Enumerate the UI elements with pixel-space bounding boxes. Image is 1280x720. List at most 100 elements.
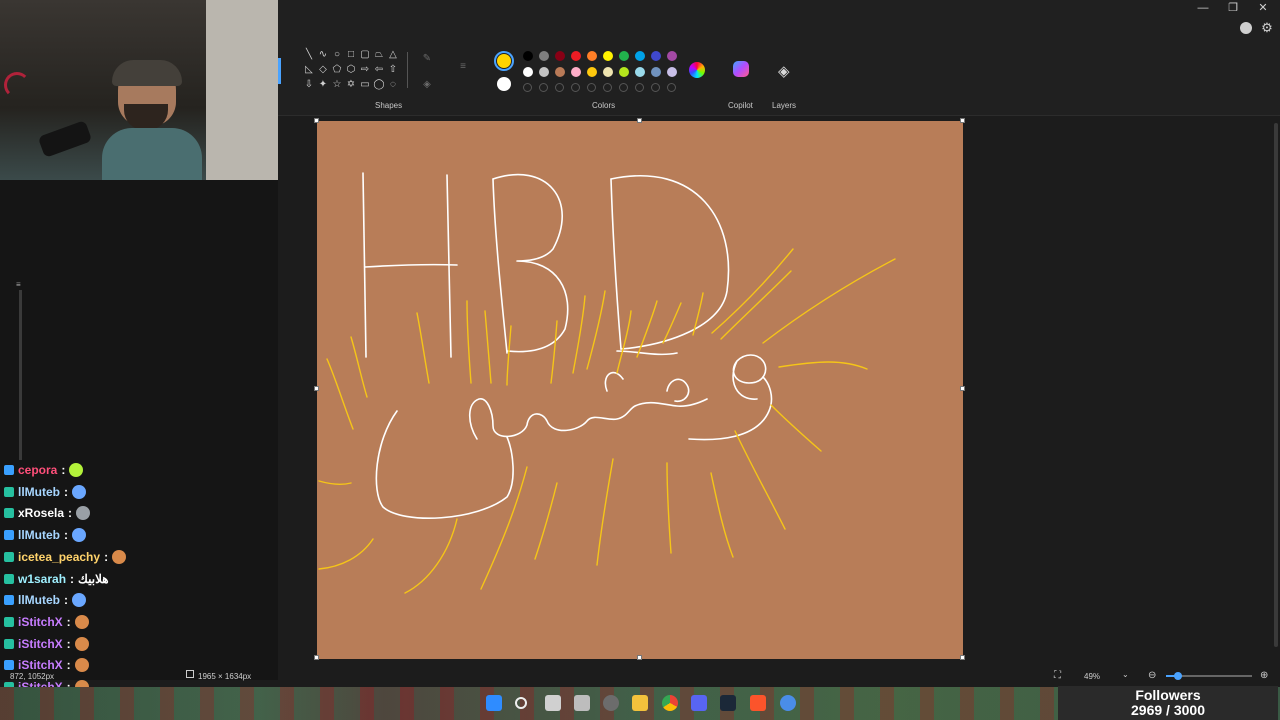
chat-username[interactable]: llMuteb <box>18 593 60 607</box>
copilot-label[interactable]: Copilot <box>728 101 753 110</box>
discord-icon[interactable] <box>691 695 707 711</box>
fill-icon[interactable]: ◈ <box>420 78 434 92</box>
custom-color-slot[interactable] <box>587 83 596 92</box>
palette-swatch[interactable] <box>667 51 677 61</box>
right-triangle-shape-icon[interactable]: ◺ <box>302 63 316 77</box>
five-point-star-shape-icon[interactable]: ☆ <box>330 78 344 92</box>
palette-swatch[interactable] <box>539 67 549 77</box>
chat-username[interactable]: llMuteb <box>18 485 60 499</box>
minimize-button[interactable]: — <box>1188 0 1218 16</box>
chat-username[interactable]: cepora <box>18 463 57 477</box>
callout-shape-icon[interactable]: ▭ <box>358 78 372 92</box>
side-slider-track[interactable] <box>19 290 22 460</box>
zoom-in-icon[interactable]: ⊕ <box>1260 670 1268 681</box>
canvas-handle-right[interactable] <box>960 386 965 391</box>
custom-color-slot[interactable] <box>555 83 564 92</box>
triangle-shape-icon[interactable]: △ <box>386 48 400 62</box>
line-shape-icon[interactable]: ╲ <box>302 48 316 62</box>
custom-color-slot[interactable] <box>571 83 580 92</box>
polygon-shape-icon[interactable]: ⏢ <box>372 48 386 62</box>
palette-swatch[interactable] <box>571 51 581 61</box>
settings-gear-icon[interactable]: ⚙ <box>1252 20 1280 36</box>
custom-color-slot[interactable] <box>603 83 612 92</box>
curve-shape-icon[interactable]: ∿ <box>316 48 330 62</box>
canvas-handle-top-right[interactable] <box>960 118 965 123</box>
palette-swatch[interactable] <box>587 67 597 77</box>
fit-to-window-icon[interactable]: ⛶ <box>1054 670 1061 681</box>
custom-color-slot[interactable] <box>667 83 676 92</box>
palette-swatch[interactable] <box>555 67 565 77</box>
cloud-callout-shape-icon[interactable]: ◌ <box>386 78 400 92</box>
zoom-slider-track[interactable] <box>1166 672 1252 680</box>
task-view-icon[interactable] <box>545 695 561 711</box>
chat-username[interactable]: iStitchX <box>18 658 63 672</box>
canvas-handle-bottom-right[interactable] <box>960 655 965 660</box>
zoom-out-icon[interactable]: ⊖ <box>1148 670 1156 681</box>
palette-swatch[interactable] <box>651 51 661 61</box>
vertical-scrollbar[interactable] <box>1274 123 1278 647</box>
pentagon-shape-icon[interactable]: ⬠ <box>330 63 344 77</box>
size-icon[interactable]: ≡ <box>456 60 470 74</box>
canvas-handle-left[interactable] <box>314 386 319 391</box>
outline-icon[interactable]: ✎ <box>420 52 434 66</box>
zoom-dropdown-icon[interactable]: ⌄ <box>1122 670 1129 679</box>
primary-color-swatch[interactable] <box>497 54 511 68</box>
primary-color-ring[interactable] <box>494 51 514 71</box>
canvas-handle-bottom[interactable] <box>637 655 642 660</box>
palette-swatch[interactable] <box>571 67 581 77</box>
palette-swatch[interactable] <box>635 67 645 77</box>
canvas-handle-bottom-left[interactable] <box>314 655 319 660</box>
settings-app-icon[interactable] <box>603 695 619 711</box>
rectangle-shape-icon[interactable]: □ <box>344 48 358 62</box>
copilot-icon[interactable] <box>733 61 749 77</box>
zoom-slider-thumb[interactable] <box>1174 672 1182 680</box>
layers-icon[interactable]: ◈ <box>778 62 790 80</box>
canvas-handle-top-left[interactable] <box>314 118 319 123</box>
steam-icon[interactable] <box>720 695 736 711</box>
palette-swatch[interactable] <box>603 51 613 61</box>
left-arrow-shape-icon[interactable]: ⇦ <box>372 63 386 77</box>
start-button-icon[interactable] <box>486 695 502 711</box>
rounded-rect-shape-icon[interactable]: ▢ <box>358 48 372 62</box>
file-explorer-icon[interactable] <box>632 695 648 711</box>
palette-swatch[interactable] <box>539 51 549 61</box>
brave-icon[interactable] <box>750 695 766 711</box>
palette-swatch[interactable] <box>651 67 661 77</box>
four-point-star-shape-icon[interactable]: ✦ <box>316 78 330 92</box>
chat-username[interactable]: w1sarah <box>18 572 66 586</box>
oval-shape-icon[interactable]: ○ <box>330 48 344 62</box>
right-arrow-shape-icon[interactable]: ⇨ <box>358 63 372 77</box>
down-arrow-shape-icon[interactable]: ⇩ <box>302 78 316 92</box>
custom-color-slot[interactable] <box>539 83 548 92</box>
canvas-handle-top[interactable] <box>637 118 642 123</box>
palette-swatch[interactable] <box>619 51 629 61</box>
diamond-shape-icon[interactable]: ◇ <box>316 63 330 77</box>
palette-swatch[interactable] <box>523 67 533 77</box>
secondary-color-swatch[interactable] <box>497 77 511 91</box>
palette-swatch[interactable] <box>523 51 533 61</box>
search-icon[interactable] <box>515 697 527 709</box>
palette-swatch[interactable] <box>555 51 565 61</box>
custom-color-slot[interactable] <box>523 83 532 92</box>
chat-username[interactable]: xRosela <box>18 506 64 520</box>
custom-color-slot[interactable] <box>635 83 644 92</box>
chat-username[interactable]: iStitchX <box>18 615 63 629</box>
restore-button[interactable]: ❐ <box>1218 0 1248 16</box>
paint-app-icon[interactable] <box>574 695 590 711</box>
chat-username[interactable]: icetea_peachy <box>18 550 100 564</box>
account-icon[interactable] <box>1240 22 1252 34</box>
chrome-icon[interactable] <box>662 695 678 711</box>
chat-username[interactable]: llMuteb <box>18 528 60 542</box>
slider-handle-icon[interactable]: ≡ <box>16 280 26 289</box>
custom-color-slot[interactable] <box>651 83 660 92</box>
oval-callout-shape-icon[interactable]: ◯ <box>372 78 386 92</box>
palette-swatch[interactable] <box>619 67 629 77</box>
hexagon-shape-icon[interactable]: ⬡ <box>344 63 358 77</box>
zoom-level[interactable]: 49% <box>1084 672 1100 681</box>
custom-color-slot[interactable] <box>619 83 628 92</box>
palette-swatch[interactable] <box>635 51 645 61</box>
palette-swatch[interactable] <box>667 67 677 77</box>
six-point-star-shape-icon[interactable]: ✡ <box>344 78 358 92</box>
edit-colors-icon[interactable] <box>689 62 705 78</box>
close-button[interactable]: ✕ <box>1248 0 1278 16</box>
